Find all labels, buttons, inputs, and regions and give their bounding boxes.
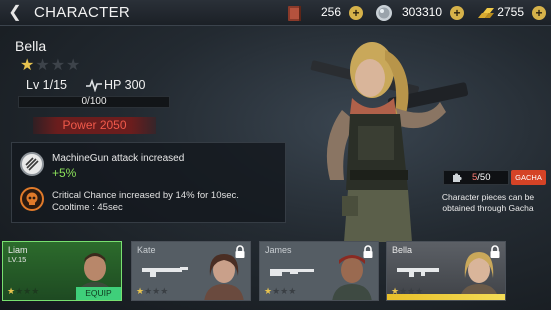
character-pieces: 5/50 [443, 170, 509, 185]
silver-coin-icon [376, 5, 392, 21]
selected-indicator [387, 294, 505, 300]
roster-card-kate[interactable]: Kate ★★★★ [131, 241, 251, 301]
roster-level: LV.15 [8, 255, 27, 264]
roster-name: Liam [8, 245, 28, 255]
gacha-info-line2: obtained through Gacha [442, 203, 534, 213]
roster-stars: ★★★★ [7, 286, 40, 296]
page-title: CHARACTER [34, 4, 131, 21]
skill2-description: Critical Chance increased by 14% for 10s… [52, 190, 239, 201]
skull-skill-icon [20, 187, 44, 211]
skills-panel: MachineGun attack increased +5% Critical… [11, 142, 286, 223]
character-stars: ★★★★ [20, 55, 81, 75]
gacha-button[interactable]: GACHA [511, 170, 546, 185]
star-icon: ★ [20, 57, 36, 74]
roster-name: Bella [392, 245, 413, 255]
machinegun-skill-icon [20, 152, 44, 176]
star-icon: ★ [50, 57, 67, 74]
book-resource: 256 + [285, 3, 365, 23]
star-icon: ★ [66, 57, 82, 74]
add-gold-button[interactable]: + [532, 6, 546, 20]
puzzle-piece-icon [453, 173, 462, 182]
machinegun-icon [397, 268, 439, 277]
gold-bars-icon [478, 8, 494, 18]
pieces-total: /50 [477, 172, 491, 183]
character-name: Bella [15, 38, 47, 54]
gold-count: 2755 [497, 5, 524, 19]
xp-bar: 0/100 [18, 96, 170, 108]
back-arrow-icon[interactable]: ❮ [5, 3, 25, 23]
gold-resource: 2755 + [476, 3, 548, 23]
shotgun-icon [270, 269, 314, 276]
roster-card-bella[interactable]: Bella ★★★★ [386, 241, 506, 301]
skill1-bonus: +5% [52, 166, 77, 180]
character-level: Lv 1/15 [26, 78, 68, 92]
book-icon [288, 6, 301, 21]
lock-icon [363, 245, 373, 258]
skill1-description: MachineGun attack increased [52, 153, 185, 164]
add-silver-button[interactable]: + [450, 6, 464, 20]
add-book-button[interactable]: + [349, 6, 363, 20]
heartbeat-icon [86, 78, 102, 92]
star-icon: ★ [35, 57, 51, 74]
roster-name: Kate [137, 245, 156, 255]
top-bar: ❮ CHARACTER 256 + 303310 + 2755 + [0, 0, 551, 26]
character-hp: HP 300 [104, 78, 146, 92]
equip-button[interactable]: EQUIP [76, 287, 121, 300]
roster-card-james[interactable]: James ★★★★ [259, 241, 379, 301]
skill2-cooldown: Cooltime : 45sec [52, 202, 123, 213]
roster-stars: ★★★★ [264, 286, 297, 296]
silver-count: 303310 [401, 5, 442, 19]
xp-text: 0/100 [81, 96, 107, 107]
gacha-info: Character pieces can be obtained through… [432, 192, 544, 214]
roster-card-liam[interactable]: Liam LV.15 ★★★★ EQUIP [2, 241, 122, 301]
roster-name: James [265, 245, 292, 255]
power-label: Power 2050 [33, 117, 156, 134]
rifle-icon [142, 267, 188, 277]
book-count: 256 [320, 5, 341, 19]
gacha-info-line1: Character pieces can be [441, 192, 535, 202]
lock-icon [490, 245, 500, 258]
silver-resource: 303310 + [374, 3, 466, 23]
lock-icon [235, 245, 245, 258]
roster-stars: ★★★★ [136, 286, 169, 296]
